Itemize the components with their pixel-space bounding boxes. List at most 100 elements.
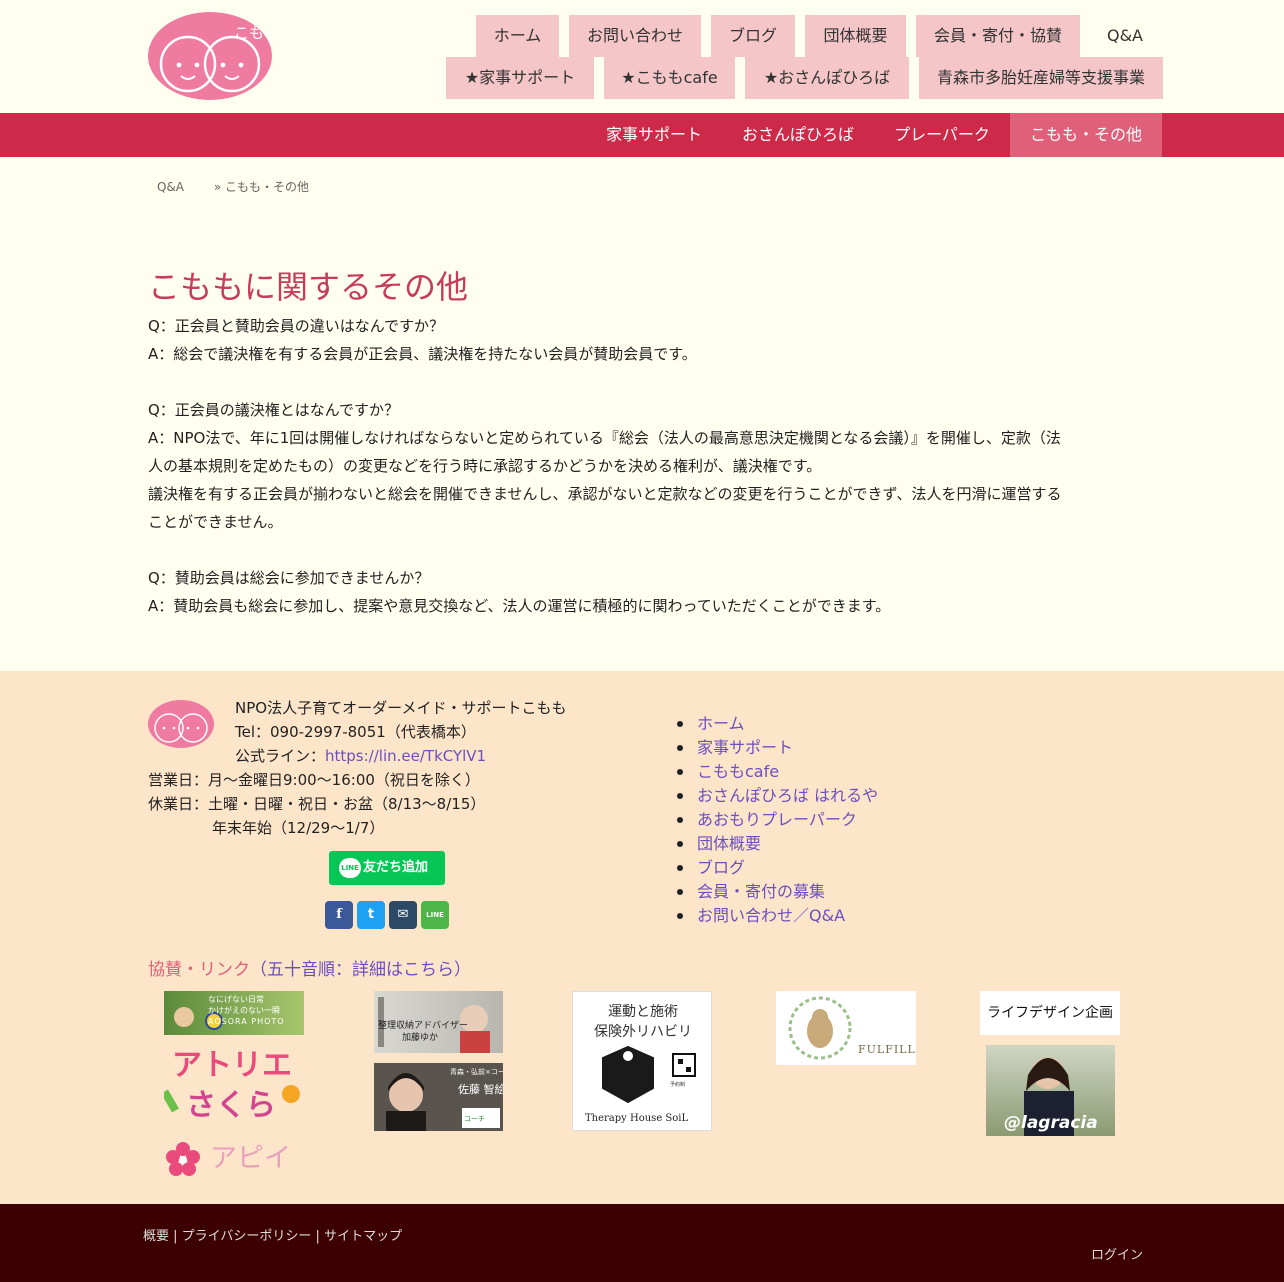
sponsor-seiri-shuno[interactable]: 整理収納アドバイザー 加藤ゆか: [374, 991, 503, 1053]
facebook-icon[interactable]: f: [325, 901, 353, 929]
nav-about[interactable]: 団体概要: [805, 15, 906, 57]
sponsor-apii[interactable]: アピイ: [164, 1140, 304, 1178]
bottom-link-privacy[interactable]: プライバシーポリシー: [182, 1229, 312, 1244]
qa-line: A：総会で議決権を有する会員が正会員、議決権を持たない会員が賛助会員です。: [148, 345, 697, 363]
breadcrumb: Q&A » こもも・その他: [157, 178, 335, 195]
footer-nav-item: おさんぽひろば はれるや: [677, 784, 878, 808]
site-header: こもも ホーム お問い合わせ ブログ 団体概要 会員・寄付・協賛 Q&A ★家事…: [0, 0, 1284, 113]
footer-nav-item: お問い合わせ／Q&A: [677, 904, 878, 928]
sponsor-aosora-photo[interactable]: なにげない日常 かけがえのない一瞬 AOSORA PHOTO: [164, 991, 304, 1035]
footer-nav-blog[interactable]: ブログ: [697, 858, 745, 877]
qa-line: ことができません。: [148, 513, 283, 531]
subnav-housework-support[interactable]: 家事サポート: [588, 113, 720, 157]
footer-navigation: ホーム 家事サポート こももcafe おさんぽひろば はれるや あおもりプレーパ…: [677, 712, 878, 928]
qa-line: 人の基本規則を定めたもの）の変更などを行う時に承認するかどうかを決める権利が、議…: [148, 457, 822, 475]
footer-line-url[interactable]: https://lin.ee/TkCYlV1: [325, 747, 486, 765]
sponsor-aosora-line2: かけがえのない一瞬: [208, 1006, 280, 1015]
footer-nav-item: こももcafe: [677, 760, 878, 784]
fulfill-label: FULFILL: [858, 1043, 916, 1056]
page-title: こももに関するその他: [148, 268, 469, 306]
seiri-line1: 整理収納アドバイザー: [378, 1021, 469, 1031]
footer-line-row: 公式ライン：https://lin.ee/TkCYlV1: [235, 744, 486, 768]
line-add-friend-button[interactable]: LINE 友だち追加: [329, 851, 445, 885]
sato-line1: 青森・弘前×コーチング: [450, 1068, 503, 1076]
footer-logo[interactable]: [148, 700, 214, 748]
footer-nav-item: 家事サポート: [677, 736, 878, 760]
soil-name: Therapy House SoiL: [585, 1113, 689, 1124]
sponsor-details-link[interactable]: （五十音順：詳細はこちら）: [250, 960, 471, 980]
line-icon: LINE: [339, 858, 361, 878]
login-link[interactable]: ログイン: [1091, 1244, 1143, 1263]
footer-closed-days: 休業日：土曜・日曜・祝日・お盆（8/13〜8/15）: [148, 795, 486, 813]
soil-reservation: 予約制: [670, 1082, 686, 1088]
breadcrumb-current: » こもも・その他: [213, 180, 310, 194]
qa-line: Q：正会員の議決権とはなんですか？: [148, 401, 400, 419]
footer-nav-playpark[interactable]: あおもりプレーパーク: [697, 810, 857, 829]
bottom-link-overview[interactable]: 概要: [143, 1229, 169, 1244]
footer-nav-home[interactable]: ホーム: [697, 714, 745, 733]
nav-komomo-cafe[interactable]: ★こももcafe: [604, 57, 735, 99]
link-separator: |: [311, 1229, 325, 1244]
logo-text: こもも: [234, 24, 272, 42]
subnav-osanpo-hiroba[interactable]: おさんぽひろば: [724, 113, 872, 157]
bottom-links: 概要 | プライバシーポリシー | サイトマップ: [143, 1225, 402, 1244]
footer-nav-osanpo[interactable]: おさんぽひろば はれるや: [697, 786, 878, 805]
footer-nav-item: ブログ: [677, 856, 878, 880]
nav-qa[interactable]: Q&A: [1090, 15, 1160, 57]
subnav-komomo-other[interactable]: こもも・その他: [1010, 113, 1162, 157]
footer-nav-about[interactable]: 団体概要: [697, 834, 761, 853]
sponsor-fulfill[interactable]: FULFILL: [776, 991, 916, 1065]
footer-nav-housework[interactable]: 家事サポート: [697, 738, 793, 757]
breadcrumb-qa[interactable]: Q&A: [157, 180, 184, 194]
footer-nav-cafe[interactable]: こももcafe: [697, 762, 779, 781]
subnav-playpark[interactable]: プレーパーク: [876, 113, 1008, 157]
footer-nav-contact-qa[interactable]: お問い合わせ／Q&A: [697, 906, 845, 925]
sponsor-heading-text: 協賛・リンク: [148, 960, 250, 980]
category-navigation-bar: 家事サポート おさんぽひろば プレーパーク こもも・その他: [0, 113, 1284, 157]
footer-nav-item: 会員・寄付の募集: [677, 880, 878, 904]
qa-line: A：賛助会員も総会に参加し、提案や意見交換など、法人の運営に積極的に関わっていた…: [148, 597, 891, 615]
footer-closed-days-newyear: 年末年始（12/29〜1/7）: [212, 819, 385, 837]
footer-nav-item: 団体概要: [677, 832, 878, 856]
qa-line: Q：正会員と賛助会員の違いはなんですか？: [148, 317, 445, 335]
footer-line-label: 公式ライン：: [235, 747, 326, 765]
link-separator: |: [169, 1229, 182, 1244]
footer-nav-item: ホーム: [677, 712, 878, 736]
sponsor-aosora-line3: AOSORA PHOTO: [208, 1017, 285, 1026]
sponsor-atelier-sakura[interactable]: アトリエ さくら: [164, 1046, 304, 1134]
footer-nav-membership[interactable]: 会員・寄付の募集: [697, 882, 825, 901]
sato-line2: 佐藤 智絵: [458, 1083, 503, 1096]
nav-osanpo-hiroba[interactable]: ★おさんぽひろば: [745, 57, 909, 99]
qa-line: Q：賛助会員は総会に参加できませんか？: [148, 569, 430, 587]
site-logo[interactable]: こもも: [148, 12, 279, 101]
footer-tel: Tel：090-2997-8051（代表橋本）: [235, 723, 476, 741]
nav-housework-support[interactable]: ★家事サポート: [446, 57, 594, 99]
qa-line: [148, 536, 1138, 564]
qa-line: [148, 368, 1138, 396]
seiri-line2: 加藤ゆか: [402, 1033, 439, 1043]
sponsor-lagracia[interactable]: @lagracia: [986, 1045, 1115, 1136]
qa-line: A：NPO法で、年に1回は開催しなければならないと定められている『総会（法人の最…: [148, 429, 1061, 447]
sponsor-sato-coaching[interactable]: 青森・弘前×コーチング 佐藤 智絵 コーチ: [374, 1063, 503, 1131]
twitter-icon[interactable]: t: [357, 901, 385, 929]
lagracia-label: @lagracia: [1004, 1113, 1098, 1133]
footer-open-days: 営業日：月〜金曜日9:00〜16:00（祝日を除く）: [148, 771, 480, 789]
footer-nav-item: あおもりプレーパーク: [677, 808, 878, 832]
line-share-icon[interactable]: LINE: [421, 901, 449, 929]
footer-org-name: NPO法人子育てオーダーメイド・サポートこもも: [235, 699, 567, 717]
sponsor-therapy-house-soil[interactable]: 運動と施術 保険外リハビリ 予約制 Therapy House SoiL: [572, 991, 712, 1131]
bottom-link-sitemap[interactable]: サイトマップ: [324, 1229, 402, 1244]
line-add-friend-label: 友だち追加: [363, 860, 429, 875]
sponsor-heading: 協賛・リンク（五十音順：詳細はこちら）: [148, 955, 471, 980]
nav-blog[interactable]: ブログ: [711, 15, 795, 57]
qa-content: Q：正会員と賛助会員の違いはなんですか？ A：総会で議決権を有する会員が正会員、…: [148, 312, 1138, 620]
nav-membership[interactable]: 会員・寄付・協賛: [916, 15, 1080, 57]
nav-multiple-birth-support[interactable]: 青森市多胎妊産婦等支援事業: [919, 57, 1163, 99]
nav-contact[interactable]: お問い合わせ: [569, 15, 701, 57]
sato-coach-badge: コーチ: [464, 1115, 485, 1123]
nav-home[interactable]: ホーム: [476, 15, 559, 57]
qa-line: 議決権を有する正会員が揃わないと総会を開催できませんし、承認がないと定款などの変…: [148, 485, 1062, 503]
sponsor-life-design[interactable]: ライフデザイン企画: [980, 991, 1120, 1035]
mail-icon[interactable]: ✉: [389, 901, 417, 929]
apii-label: アピイ: [210, 1143, 291, 1174]
